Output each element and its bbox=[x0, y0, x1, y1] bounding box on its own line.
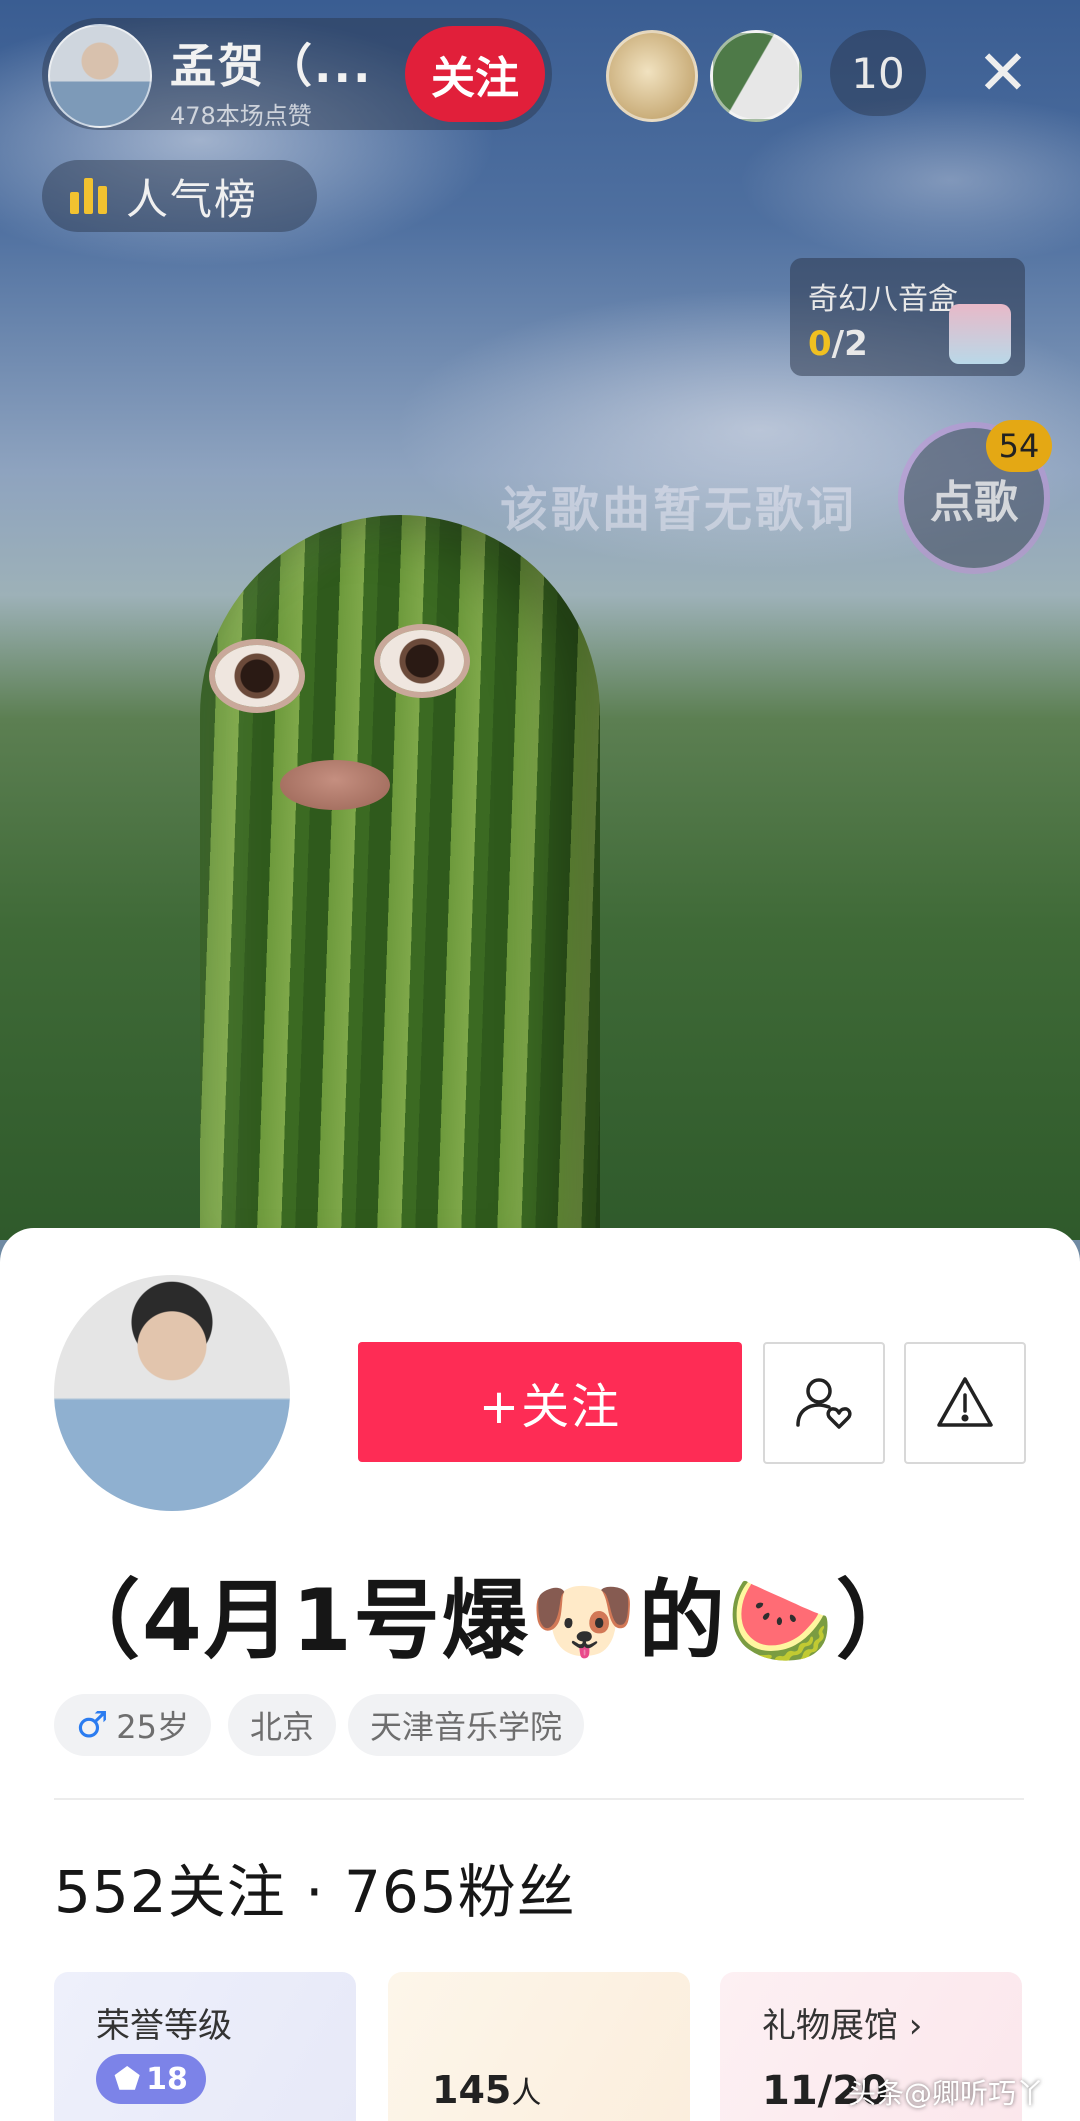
age-label: 25岁 bbox=[116, 1708, 190, 1746]
music-box-progress: 0/2 bbox=[808, 324, 868, 364]
character-right-eye bbox=[380, 630, 464, 692]
follow-fan-stats[interactable]: 552关注 · 765粉丝 bbox=[54, 1845, 576, 1929]
report-button[interactable] bbox=[904, 1342, 1026, 1464]
user-heart-icon bbox=[796, 1378, 852, 1429]
fan-club-count: 145人 bbox=[432, 2068, 541, 2112]
close-icon[interactable]: ✕ bbox=[968, 38, 1038, 108]
viewer-avatar[interactable] bbox=[710, 30, 802, 122]
watermelon-character bbox=[200, 515, 600, 1275]
profile-avatar[interactable] bbox=[54, 1275, 290, 1511]
host-avatar[interactable] bbox=[48, 24, 152, 128]
honor-level-card[interactable]: 荣誉等级 ⬟ 18 bbox=[54, 1972, 356, 2121]
popularity-rank-label: 人气榜 bbox=[126, 174, 259, 224]
character-left-eye bbox=[215, 645, 299, 707]
warning-icon bbox=[937, 1377, 993, 1427]
music-box-progress-current: 0 bbox=[808, 324, 832, 364]
watermark: 头条@卿听巧丫 bbox=[848, 2077, 1045, 2110]
diamond-icon: ⬟ bbox=[114, 2061, 141, 2097]
music-box-progress-total: /2 bbox=[831, 324, 868, 364]
viewer-avatar[interactable] bbox=[606, 30, 698, 122]
male-icon: ♂ bbox=[76, 1704, 109, 1746]
divider bbox=[54, 1798, 1024, 1800]
friend-button[interactable] bbox=[763, 1342, 885, 1464]
music-box-title: 奇幻八音盒 bbox=[808, 282, 958, 317]
host-likes-count: 478本场点赞 bbox=[170, 102, 312, 130]
carousel-icon bbox=[949, 304, 1011, 364]
popularity-rank-button[interactable]: 人气榜 bbox=[42, 160, 317, 232]
host-follow-button[interactable]: 关注 bbox=[405, 26, 545, 122]
school-tag: 天津音乐学院 bbox=[348, 1694, 585, 1756]
fan-club-number: 145 bbox=[432, 2068, 512, 2112]
character-mouth bbox=[280, 760, 390, 810]
bar-chart-icon bbox=[70, 178, 110, 214]
age-tag: ♂ 25岁 bbox=[54, 1694, 212, 1756]
level-badge: ⬟ 18 bbox=[96, 2054, 206, 2104]
song-request-count-badge: 54 bbox=[986, 420, 1052, 472]
gift-gallery-title: 礼物展馆 › bbox=[762, 2006, 923, 2046]
fan-club-card[interactable]: 145人 bbox=[388, 1972, 690, 2121]
host-name: 孟贺（... bbox=[170, 39, 373, 93]
lyric-text: 该歌曲暂无歌词 bbox=[500, 482, 858, 538]
profile-nickname: （4月1号爆🐶的🍉） bbox=[54, 1571, 924, 1671]
fan-club-unit: 人 bbox=[511, 2076, 542, 2111]
honor-level-title: 荣誉等级 bbox=[96, 2006, 232, 2046]
music-box-task[interactable]: 奇幻八音盒 0/2 bbox=[790, 258, 1025, 376]
viewer-count-button[interactable]: 10 bbox=[830, 30, 926, 116]
level-number: 18 bbox=[146, 2061, 188, 2097]
city-tag: 北京 bbox=[228, 1694, 337, 1756]
follow-button[interactable]: +关注 bbox=[358, 1342, 742, 1462]
